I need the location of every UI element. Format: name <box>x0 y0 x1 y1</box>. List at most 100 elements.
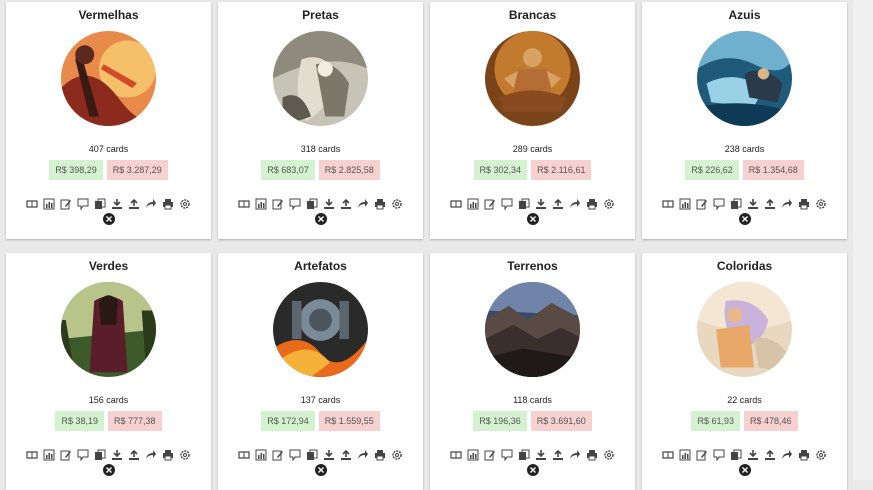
deck-card: Verdes 156 cards R$ 38,19 R$ 777,38 <box>6 253 211 490</box>
gear-icon[interactable] <box>179 448 192 461</box>
comment-icon[interactable] <box>501 197 514 210</box>
edit-icon[interactable] <box>484 197 497 210</box>
copy-icon[interactable] <box>306 448 319 461</box>
close-icon[interactable] <box>738 213 751 225</box>
book-icon[interactable] <box>450 448 463 461</box>
comment-icon[interactable] <box>77 197 90 210</box>
upload-icon[interactable] <box>128 197 141 210</box>
gear-icon[interactable] <box>603 197 616 210</box>
deck-toolbar <box>662 448 828 461</box>
deck-thumbnail[interactable] <box>697 31 792 126</box>
print-icon[interactable] <box>162 448 175 461</box>
print-icon[interactable] <box>374 197 387 210</box>
copy-icon[interactable] <box>94 448 107 461</box>
deck-title: Verdes <box>88 259 129 273</box>
close-icon[interactable] <box>526 213 539 225</box>
book-icon[interactable] <box>450 197 463 210</box>
upload-icon[interactable] <box>340 197 353 210</box>
close-icon[interactable] <box>102 464 115 476</box>
upload-icon[interactable] <box>340 448 353 461</box>
download-icon[interactable] <box>747 197 760 210</box>
deck-thumbnail[interactable] <box>273 31 368 126</box>
deck-thumbnail[interactable] <box>273 282 368 377</box>
comment-icon[interactable] <box>289 448 302 461</box>
gear-icon[interactable] <box>391 197 404 210</box>
upload-icon[interactable] <box>552 197 565 210</box>
print-icon[interactable] <box>162 197 175 210</box>
comment-icon[interactable] <box>289 197 302 210</box>
print-icon[interactable] <box>586 197 599 210</box>
book-icon[interactable] <box>26 197 39 210</box>
gear-icon[interactable] <box>603 448 616 461</box>
copy-icon[interactable] <box>518 448 531 461</box>
edit-icon[interactable] <box>484 448 497 461</box>
edit-icon[interactable] <box>696 448 709 461</box>
edit-icon[interactable] <box>272 197 285 210</box>
share-icon[interactable] <box>357 197 370 210</box>
upload-icon[interactable] <box>764 197 777 210</box>
copy-icon[interactable] <box>518 197 531 210</box>
chart-icon[interactable] <box>467 448 480 461</box>
chart-icon[interactable] <box>679 197 692 210</box>
deck-thumbnail[interactable] <box>61 31 156 126</box>
print-icon[interactable] <box>798 448 811 461</box>
chart-icon[interactable] <box>467 197 480 210</box>
edit-icon[interactable] <box>60 197 73 210</box>
gear-icon[interactable] <box>391 448 404 461</box>
share-icon[interactable] <box>781 197 794 210</box>
download-icon[interactable] <box>323 197 336 210</box>
chart-icon[interactable] <box>43 448 56 461</box>
upload-icon[interactable] <box>128 448 141 461</box>
deck-thumbnail[interactable] <box>485 282 580 377</box>
book-icon[interactable] <box>238 197 251 210</box>
book-icon[interactable] <box>662 448 675 461</box>
book-icon[interactable] <box>238 448 251 461</box>
chart-icon[interactable] <box>255 448 268 461</box>
share-icon[interactable] <box>569 448 582 461</box>
print-icon[interactable] <box>374 448 387 461</box>
close-icon[interactable] <box>102 213 115 225</box>
chart-icon[interactable] <box>679 448 692 461</box>
book-icon[interactable] <box>662 197 675 210</box>
close-icon[interactable] <box>314 213 327 225</box>
deck-thumbnail[interactable] <box>697 282 792 377</box>
comment-icon[interactable] <box>77 448 90 461</box>
upload-icon[interactable] <box>552 448 565 461</box>
copy-icon[interactable] <box>730 448 743 461</box>
share-icon[interactable] <box>145 197 158 210</box>
gear-icon[interactable] <box>179 197 192 210</box>
download-icon[interactable] <box>323 448 336 461</box>
download-icon[interactable] <box>747 448 760 461</box>
edit-icon[interactable] <box>696 197 709 210</box>
deck-thumbnail[interactable] <box>61 282 156 377</box>
print-icon[interactable] <box>586 448 599 461</box>
page-scrollbar[interactable] <box>853 0 873 480</box>
book-icon[interactable] <box>26 448 39 461</box>
comment-icon[interactable] <box>713 197 726 210</box>
gear-icon[interactable] <box>815 448 828 461</box>
share-icon[interactable] <box>145 448 158 461</box>
chart-icon[interactable] <box>255 197 268 210</box>
close-icon[interactable] <box>314 464 327 476</box>
close-icon[interactable] <box>526 464 539 476</box>
close-icon[interactable] <box>738 464 751 476</box>
copy-icon[interactable] <box>730 197 743 210</box>
share-icon[interactable] <box>569 197 582 210</box>
print-icon[interactable] <box>798 197 811 210</box>
download-icon[interactable] <box>535 197 548 210</box>
comment-icon[interactable] <box>713 448 726 461</box>
chart-icon[interactable] <box>43 197 56 210</box>
gear-icon[interactable] <box>815 197 828 210</box>
download-icon[interactable] <box>111 197 124 210</box>
share-icon[interactable] <box>781 448 794 461</box>
copy-icon[interactable] <box>94 197 107 210</box>
copy-icon[interactable] <box>306 197 319 210</box>
edit-icon[interactable] <box>272 448 285 461</box>
comment-icon[interactable] <box>501 448 514 461</box>
deck-thumbnail[interactable] <box>485 31 580 126</box>
edit-icon[interactable] <box>60 448 73 461</box>
share-icon[interactable] <box>357 448 370 461</box>
upload-icon[interactable] <box>764 448 777 461</box>
download-icon[interactable] <box>535 448 548 461</box>
download-icon[interactable] <box>111 448 124 461</box>
